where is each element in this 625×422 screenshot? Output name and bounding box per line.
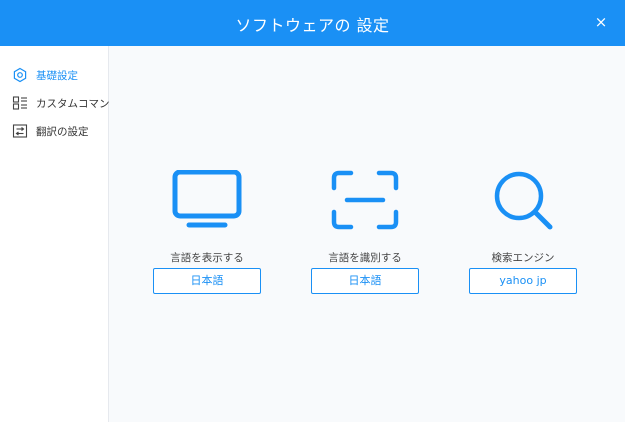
list-icon <box>12 96 27 110</box>
sidebar-item-custom-commands[interactable]: カスタムコマンド <box>12 94 120 112</box>
sidebar-item-translation-settings[interactable]: 翻訳の設定 <box>12 122 89 140</box>
recognition-language-label: 言語を識別する <box>328 252 402 264</box>
close-button[interactable]: × <box>591 12 611 32</box>
sidebar-item-label: 翻訳の設定 <box>36 125 89 138</box>
display-language-button[interactable]: 日本語 <box>153 268 261 294</box>
main-content: 言語を表示する 日本語 言語を識別する 日本語 検索エンジン yahoo jp <box>109 46 625 422</box>
monitor-icon <box>172 170 242 228</box>
sidebar-item-basic-settings[interactable]: 基礎設定 <box>12 66 78 84</box>
gear-icon <box>13 67 27 83</box>
title-bar: ソフトウェアの 設定 × <box>0 0 625 46</box>
sidebar-item-label: 基礎設定 <box>36 69 78 82</box>
sidebar: 基礎設定 カスタムコマンド 翻訳の設定 <box>0 46 120 422</box>
recognition-language-button[interactable]: 日本語 <box>311 268 419 294</box>
search-engine-label: 検索エンジン <box>491 252 555 264</box>
window-title: ソフトウェアの 設定 <box>235 16 390 35</box>
display-language-label: 言語を表示する <box>170 252 244 264</box>
scan-icon <box>331 170 399 230</box>
search-engine-button[interactable]: yahoo jp <box>469 268 577 294</box>
translate-icon <box>12 124 28 138</box>
search-icon <box>494 171 553 230</box>
sidebar-item-label: カスタムコマンド <box>36 97 120 110</box>
